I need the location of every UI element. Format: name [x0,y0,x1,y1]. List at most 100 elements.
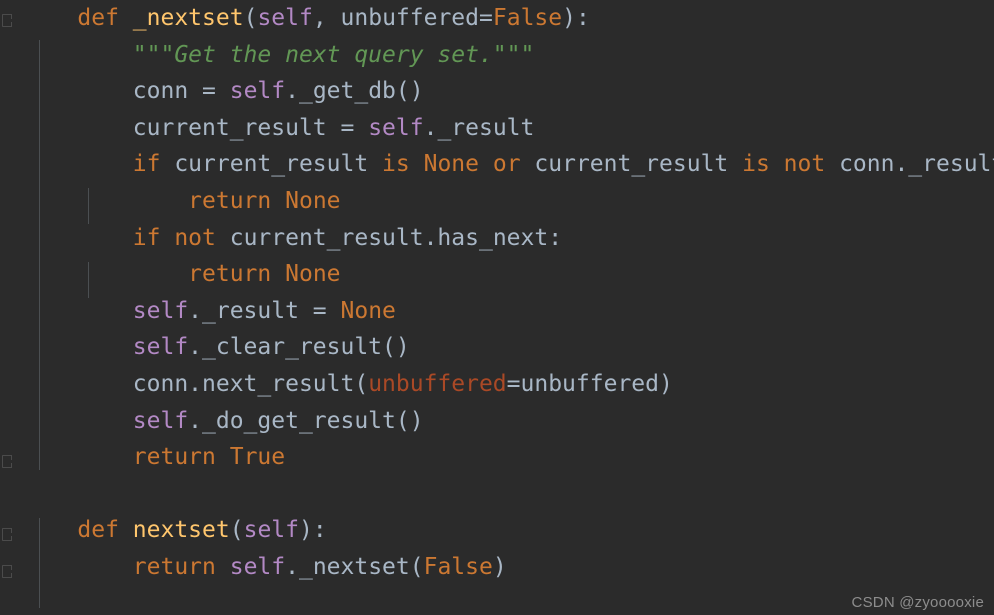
code-line[interactable]: if not current_result.has_next: [22,220,994,257]
code-token: ._clear_result() [188,334,410,361]
csdn-watermark: CSDN @zyooooxie [851,594,984,611]
code-token: return [188,187,272,214]
code-line[interactable]: self._clear_result() [22,329,994,366]
code-token: or [492,151,521,178]
code-line[interactable]: def _nextset(self, unbuffered=False): [22,0,994,37]
code-token: return [132,553,216,580]
code-token: ) [492,553,507,580]
code-line[interactable]: conn = self._get_db() [22,73,994,110]
code-line[interactable]: self._do_get_result() [22,403,994,440]
code-token: return [188,261,272,288]
code-token: nextset [132,517,230,544]
code-token: return [132,444,216,471]
code-token: current_result [520,151,743,178]
code-line[interactable]: """Get the next query set.""" [22,37,994,74]
code-token: False [423,553,493,580]
code-token: self [229,553,286,580]
code-token: ._result [423,114,535,141]
code-token: ._nextset( [285,553,424,580]
code-token: self [132,407,189,434]
code-line[interactable]: return None [22,256,994,293]
code-line[interactable]: self._result = None [22,293,994,330]
code-token: = [202,78,230,105]
code-token: self [243,517,299,544]
code-token: current_result [132,114,341,141]
code-token: is [382,151,410,178]
code-token: conn.next_result( [132,370,369,397]
code-token: True [229,444,286,471]
code-line[interactable]: return self._nextset(False) [22,549,994,586]
code-token: def [77,517,119,544]
code-fold-marker[interactable] [2,14,12,27]
code-token: self [229,78,286,105]
code-token: = [479,5,493,31]
code-token: if not [132,224,216,251]
code-token: is not [742,151,826,178]
code-token: ._get_db() [285,78,424,105]
code-line[interactable]: def nextset(self): [22,512,994,549]
code-token: conn [132,78,203,105]
code-line[interactable] [22,476,994,513]
code-content[interactable]: def _nextset(self, unbuffered=False): ""… [22,0,994,615]
code-fold-marker[interactable] [2,455,12,468]
code-token: self [132,297,189,324]
code-line[interactable]: return None [22,183,994,220]
code-token: ( [229,517,244,544]
code-token: self [368,114,424,141]
code-token: unbuffered [368,370,507,397]
code-fold-marker[interactable] [2,528,12,541]
code-token: """Get the next query set.""" [132,41,535,68]
code-token: None [423,151,479,178]
code-token: None [285,187,341,214]
code-token: , [312,5,341,31]
code-token: current_result.has_next: [215,224,563,251]
code-line[interactable]: current_result = self._result [22,110,994,147]
code-token: unbuffered [340,5,480,31]
code-token: conn._result: [839,151,994,178]
code-token: = [312,297,341,324]
code-fold-marker[interactable] [2,565,12,578]
code-token: ._do_get_result() [188,407,424,434]
code-token: ): [298,517,327,544]
code-token: ): [562,5,590,31]
code-line[interactable]: if current_result is None or current_res… [22,146,994,183]
code-token: _nextset [132,5,244,31]
code-token: None [285,261,341,288]
code-token: False [492,5,563,31]
code-token: None [340,297,396,324]
code-token: ._result [188,297,313,324]
code-token: def [77,5,119,31]
code-line[interactable]: conn.next_result(unbuffered=unbuffered) [22,366,994,403]
code-token: =unbuffered) [506,370,673,397]
code-token: = [340,114,369,141]
editor-gutter[interactable] [0,0,22,615]
code-line[interactable]: return True [22,439,994,476]
code-token: if [132,151,161,178]
code-token: self [257,5,313,31]
code-editor[interactable]: def _nextset(self, unbuffered=False): ""… [0,0,994,615]
code-token: self [132,334,189,361]
